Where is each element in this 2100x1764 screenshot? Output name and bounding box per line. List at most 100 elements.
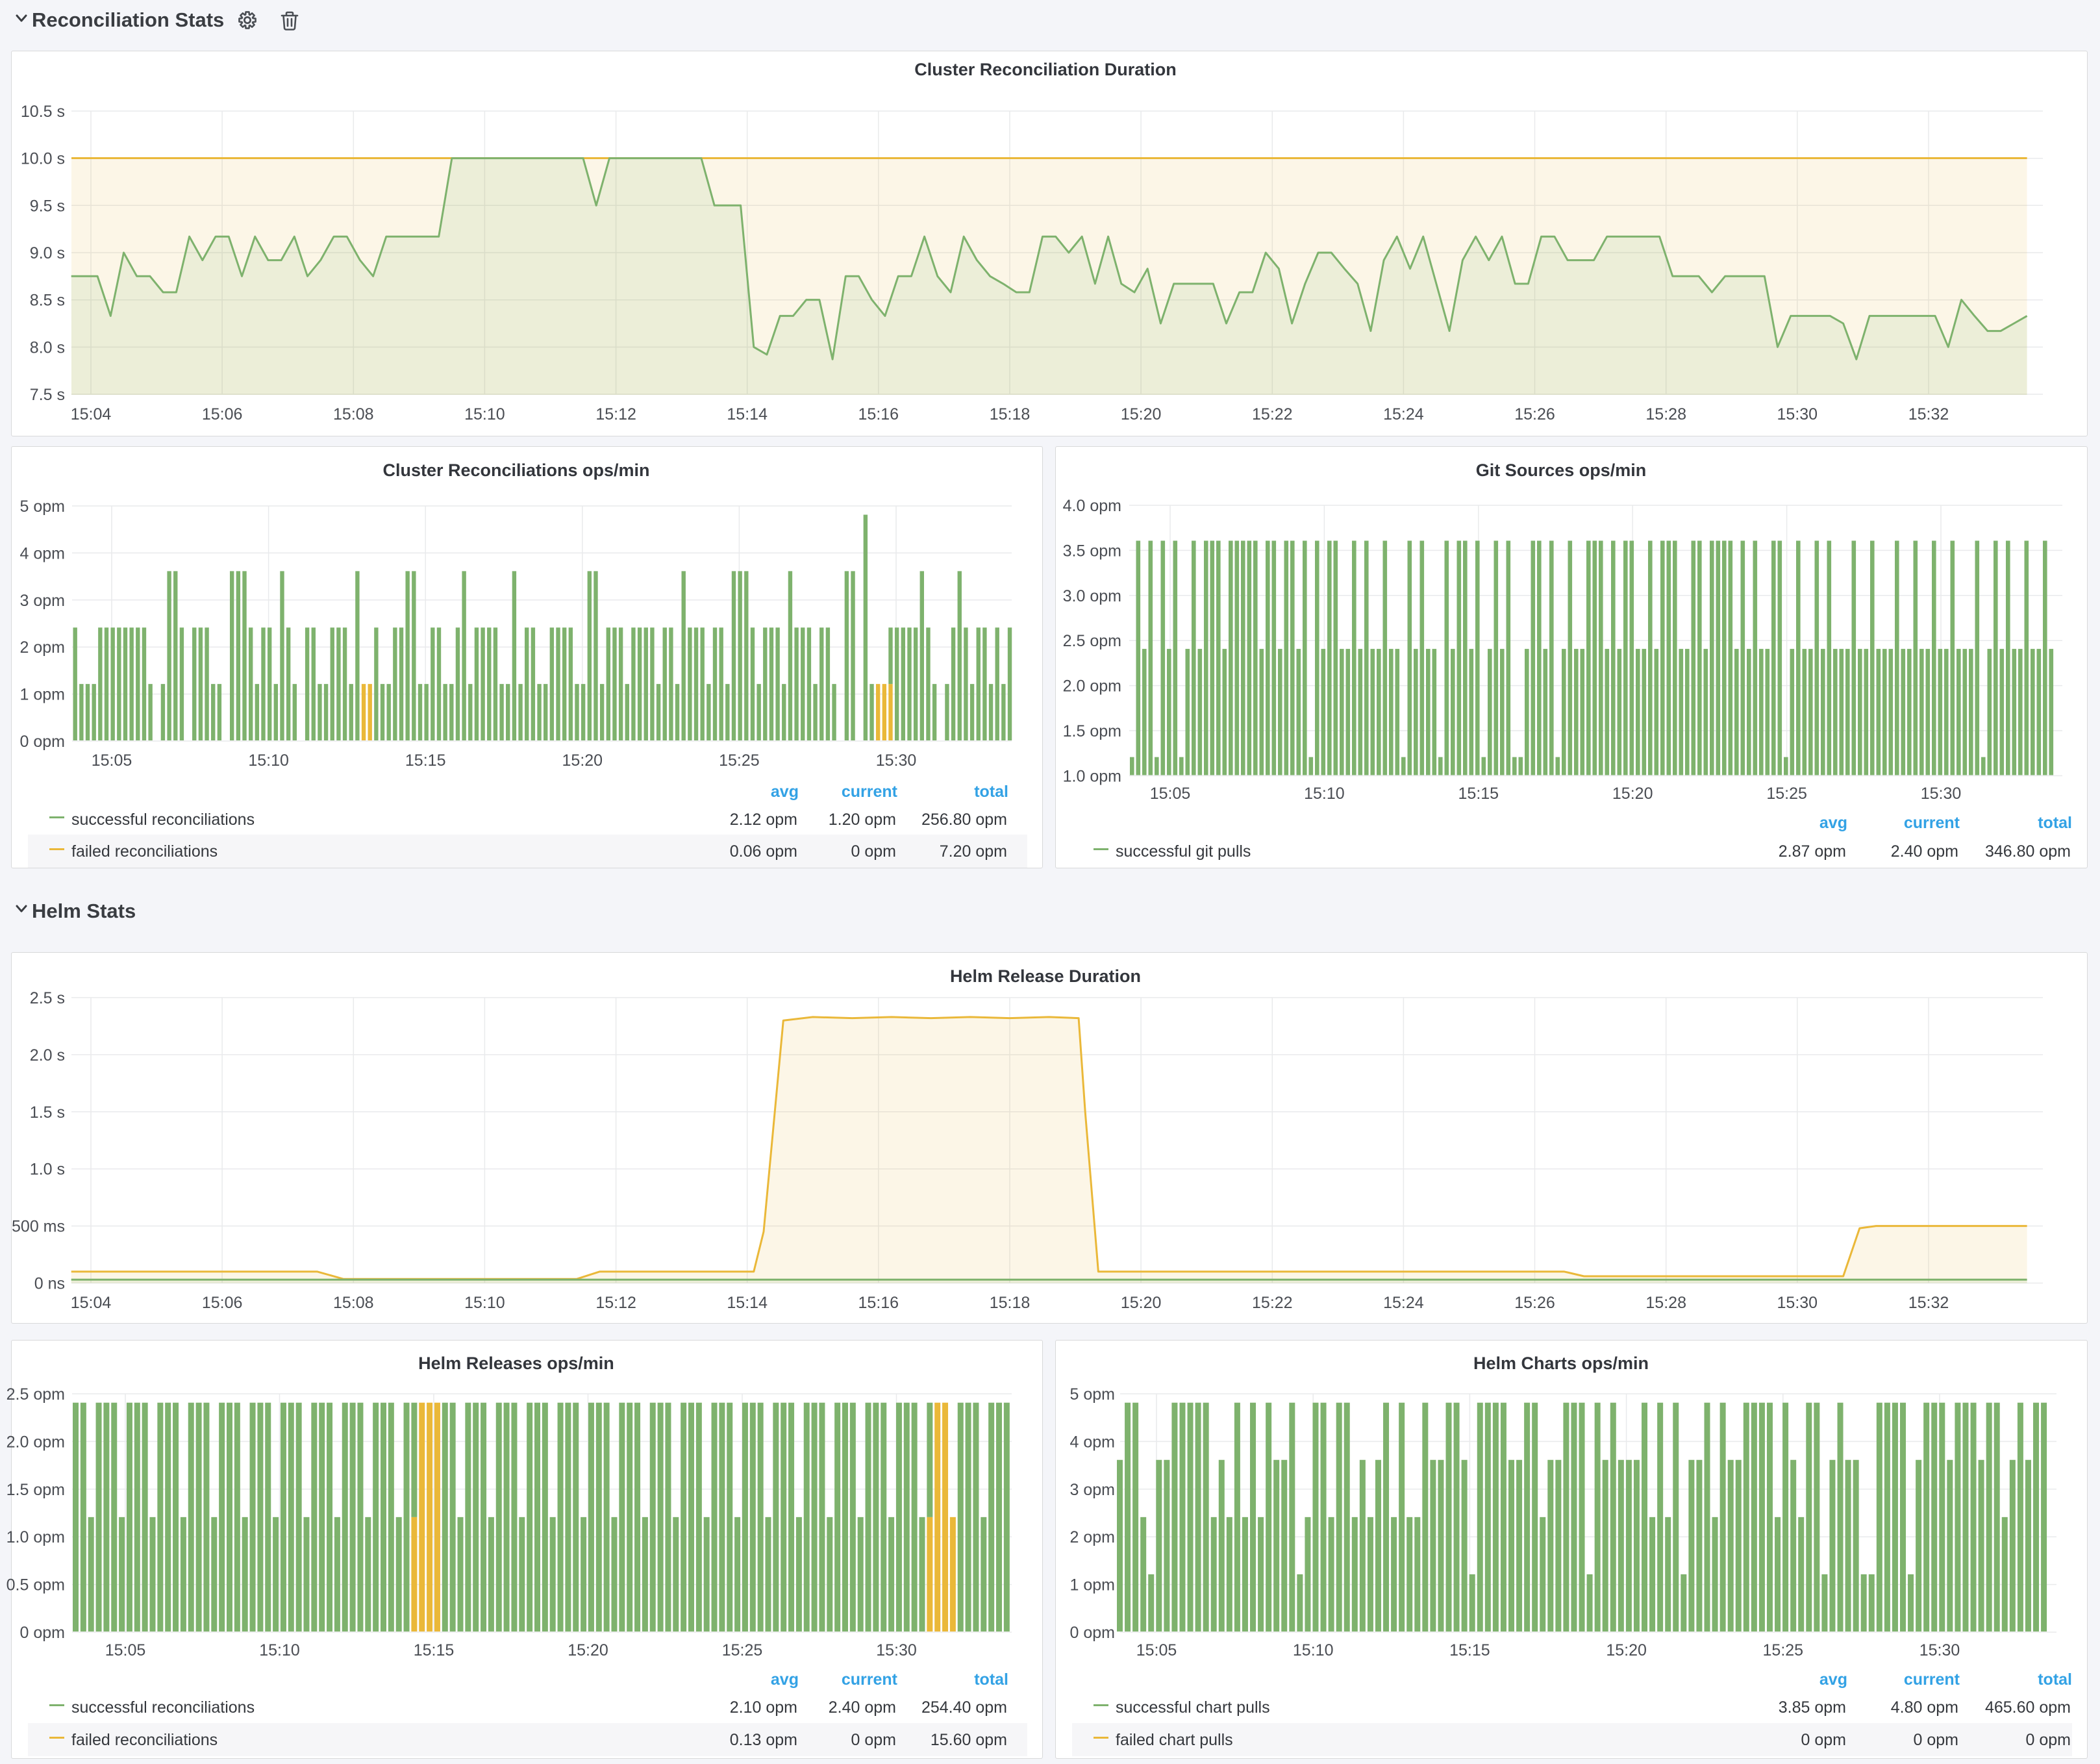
svg-text:total: total — [974, 783, 1008, 801]
svg-text:15:15: 15:15 — [414, 1641, 455, 1659]
svg-text:15:24: 15:24 — [1383, 1294, 1424, 1312]
svg-text:0 opm: 0 opm — [851, 1731, 896, 1749]
svg-text:15:25: 15:25 — [719, 751, 760, 770]
svg-text:15:22: 15:22 — [1252, 405, 1293, 423]
svg-text:15:20: 15:20 — [1606, 1641, 1647, 1659]
svg-text:total: total — [2038, 1670, 2072, 1689]
svg-text:7.5 s: 7.5 s — [30, 386, 65, 404]
svg-text:Cluster Reconciliations ops/mi: Cluster Reconciliations ops/min — [382, 460, 649, 480]
svg-text:15:15: 15:15 — [1458, 785, 1499, 803]
svg-text:1.0 opm: 1.0 opm — [6, 1528, 65, 1546]
svg-text:failed reconciliations: failed reconciliations — [71, 842, 218, 861]
svg-text:15:12: 15:12 — [595, 1294, 636, 1312]
svg-text:15:04: 15:04 — [71, 1294, 112, 1312]
svg-text:15:32: 15:32 — [1908, 1294, 1949, 1312]
svg-text:254.40 opm: 254.40 opm — [921, 1698, 1007, 1717]
svg-text:2 opm: 2 opm — [20, 638, 65, 657]
svg-text:15:06: 15:06 — [202, 1294, 243, 1312]
svg-text:15:30: 15:30 — [1921, 785, 1962, 803]
svg-text:3 opm: 3 opm — [1070, 1481, 1115, 1499]
svg-text:4.80 opm: 4.80 opm — [1891, 1698, 1958, 1717]
svg-text:15:05: 15:05 — [1136, 1641, 1177, 1659]
svg-text:4 opm: 4 opm — [20, 544, 65, 562]
svg-text:9.0 s: 9.0 s — [30, 244, 65, 262]
svg-text:15:20: 15:20 — [562, 751, 603, 770]
svg-text:successful chart pulls: successful chart pulls — [1116, 1698, 1270, 1717]
svg-text:1 opm: 1 opm — [1070, 1576, 1115, 1594]
svg-text:failed chart pulls: failed chart pulls — [1116, 1731, 1233, 1749]
svg-text:15:25: 15:25 — [1766, 785, 1807, 803]
svg-text:Helm Releases ops/min: Helm Releases ops/min — [418, 1354, 614, 1373]
svg-text:15:20: 15:20 — [1121, 405, 1162, 423]
svg-text:avg: avg — [1819, 1670, 1847, 1689]
svg-text:2.12 opm: 2.12 opm — [730, 811, 797, 829]
svg-text:15:20: 15:20 — [568, 1641, 608, 1659]
svg-text:avg: avg — [771, 1670, 799, 1689]
svg-text:5 opm: 5 opm — [1070, 1385, 1115, 1404]
svg-text:0 ns: 0 ns — [34, 1275, 65, 1293]
svg-text:15:10: 15:10 — [464, 1294, 505, 1312]
svg-text:15:14: 15:14 — [727, 1294, 768, 1312]
svg-text:3.85 opm: 3.85 opm — [1779, 1698, 1846, 1717]
svg-text:2 opm: 2 opm — [1070, 1528, 1115, 1546]
svg-text:1.0 s: 1.0 s — [30, 1161, 65, 1179]
svg-text:2.0 s: 2.0 s — [30, 1046, 65, 1065]
svg-text:15:30: 15:30 — [876, 1641, 917, 1659]
svg-text:3.5 opm: 3.5 opm — [1063, 542, 1121, 560]
svg-text:avg: avg — [1819, 814, 1847, 832]
svg-text:8.5 s: 8.5 s — [30, 292, 65, 310]
svg-text:15:05: 15:05 — [105, 1641, 146, 1659]
svg-text:346.80 opm: 346.80 opm — [1985, 842, 2071, 861]
svg-text:total: total — [974, 1670, 1008, 1689]
svg-text:15:20: 15:20 — [1121, 1294, 1162, 1312]
svg-text:failed reconciliations: failed reconciliations — [71, 1731, 218, 1749]
svg-text:current: current — [842, 1670, 898, 1689]
svg-text:2.40 opm: 2.40 opm — [829, 1698, 896, 1717]
svg-text:0 opm: 0 opm — [1070, 1624, 1115, 1642]
svg-text:1.5 s: 1.5 s — [30, 1103, 65, 1122]
svg-text:15:15: 15:15 — [405, 751, 446, 770]
svg-text:2.5 opm: 2.5 opm — [6, 1385, 65, 1404]
svg-text:0 opm: 0 opm — [1801, 1731, 1846, 1749]
svg-text:0.5 opm: 0.5 opm — [6, 1576, 65, 1594]
svg-text:0 opm: 0 opm — [20, 733, 65, 751]
svg-text:3.0 opm: 3.0 opm — [1063, 587, 1121, 605]
svg-text:15:22: 15:22 — [1252, 1294, 1293, 1312]
svg-text:successful git pulls: successful git pulls — [1116, 842, 1251, 861]
svg-text:15:10: 15:10 — [248, 751, 289, 770]
svg-text:15:14: 15:14 — [727, 405, 768, 423]
svg-text:15:30: 15:30 — [1777, 1294, 1818, 1312]
svg-text:0 opm: 0 opm — [851, 842, 896, 861]
svg-text:10.5 s: 10.5 s — [21, 103, 65, 121]
svg-text:Git Sources ops/min: Git Sources ops/min — [1476, 460, 1647, 480]
svg-text:15:28: 15:28 — [1645, 405, 1686, 423]
svg-text:2.87 opm: 2.87 opm — [1779, 842, 1846, 861]
svg-text:15.60 opm: 15.60 opm — [931, 1731, 1007, 1749]
svg-text:current: current — [1904, 814, 1960, 832]
svg-text:15:08: 15:08 — [333, 1294, 374, 1312]
svg-text:15:10: 15:10 — [1304, 785, 1345, 803]
svg-text:current: current — [842, 783, 898, 801]
svg-text:0 opm: 0 opm — [20, 1624, 65, 1642]
svg-text:15:26: 15:26 — [1514, 1294, 1555, 1312]
svg-text:10.0 s: 10.0 s — [21, 150, 65, 168]
svg-text:2.10 opm: 2.10 opm — [730, 1698, 797, 1717]
svg-text:15:10: 15:10 — [1293, 1641, 1334, 1659]
svg-text:15:10: 15:10 — [259, 1641, 300, 1659]
svg-text:current: current — [1904, 1670, 1960, 1689]
svg-text:Reconciliation Stats: Reconciliation Stats — [32, 8, 224, 31]
svg-text:1.5 opm: 1.5 opm — [6, 1481, 65, 1499]
svg-text:500 ms: 500 ms — [12, 1218, 65, 1236]
svg-text:total: total — [2038, 814, 2072, 832]
svg-text:15:12: 15:12 — [595, 405, 636, 423]
svg-text:15:18: 15:18 — [990, 1294, 1031, 1312]
svg-text:4 opm: 4 opm — [1070, 1433, 1115, 1451]
svg-text:15:04: 15:04 — [71, 405, 112, 423]
svg-text:0 opm: 0 opm — [1914, 1731, 1958, 1749]
svg-text:15:15: 15:15 — [1449, 1641, 1490, 1659]
svg-text:successful reconciliations: successful reconciliations — [71, 1698, 255, 1717]
svg-text:15:30: 15:30 — [876, 751, 917, 770]
svg-text:15:16: 15:16 — [858, 1294, 899, 1312]
svg-text:Cluster Reconciliation Duratio: Cluster Reconciliation Duration — [914, 60, 1177, 79]
svg-text:15:10: 15:10 — [464, 405, 505, 423]
